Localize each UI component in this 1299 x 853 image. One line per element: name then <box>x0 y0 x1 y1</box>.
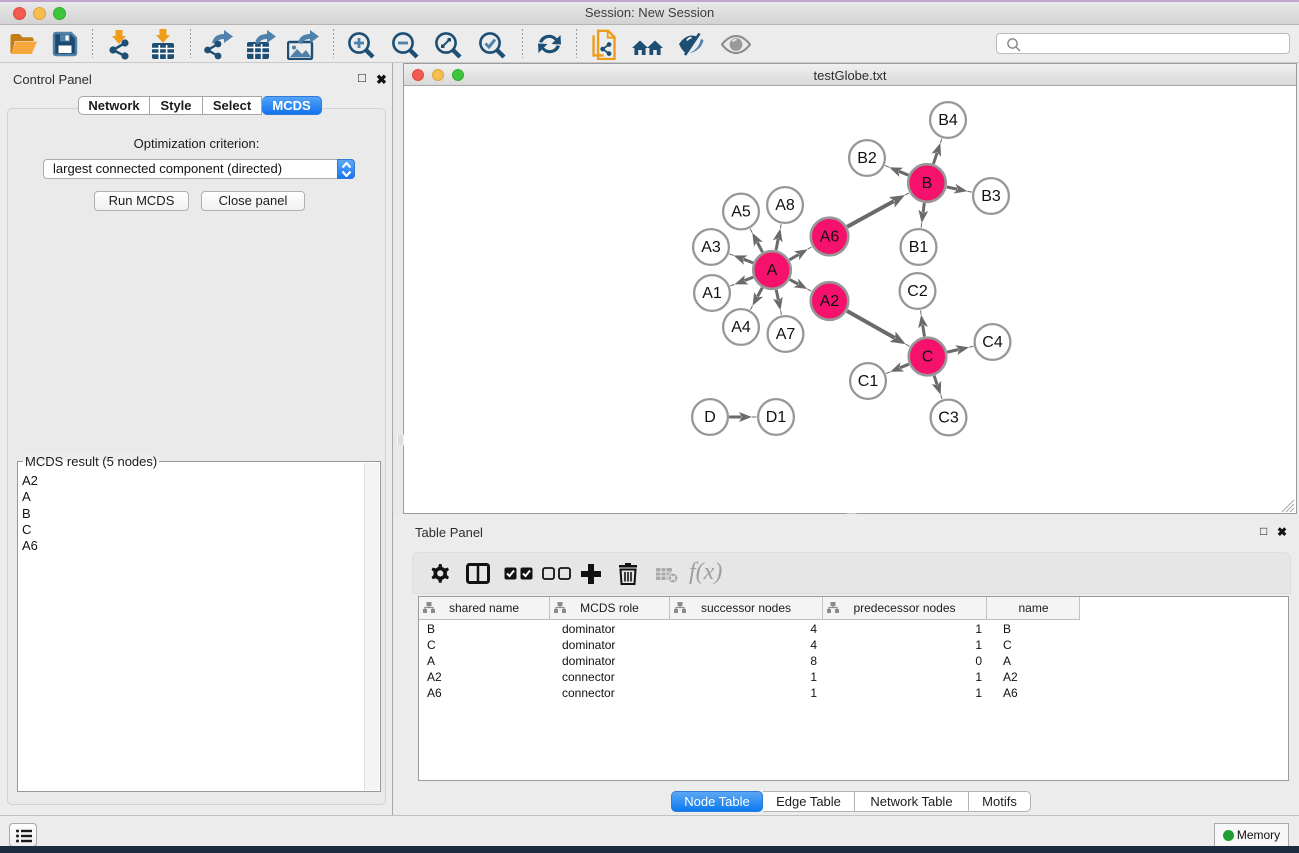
svg-text:C3: C3 <box>938 410 959 427</box>
svg-text:B1: B1 <box>909 239 929 256</box>
svg-text:D1: D1 <box>766 409 787 426</box>
svg-text:A1: A1 <box>702 285 722 302</box>
svg-text:B3: B3 <box>981 188 1001 205</box>
svg-text:A4: A4 <box>731 319 751 336</box>
svg-text:A6: A6 <box>820 229 840 246</box>
svg-text:B4: B4 <box>938 112 958 129</box>
svg-text:C1: C1 <box>858 373 879 390</box>
svg-text:C2: C2 <box>907 283 928 300</box>
svg-text:A3: A3 <box>701 239 721 256</box>
svg-text:A: A <box>767 262 778 279</box>
svg-text:C: C <box>922 349 934 366</box>
svg-text:C4: C4 <box>982 334 1003 351</box>
svg-text:B: B <box>922 175 933 192</box>
svg-text:A5: A5 <box>731 204 751 221</box>
svg-text:A8: A8 <box>775 197 795 214</box>
svg-text:A2: A2 <box>820 293 840 310</box>
svg-text:A7: A7 <box>776 326 796 343</box>
svg-text:B2: B2 <box>857 150 877 167</box>
svg-text:D: D <box>704 409 716 426</box>
